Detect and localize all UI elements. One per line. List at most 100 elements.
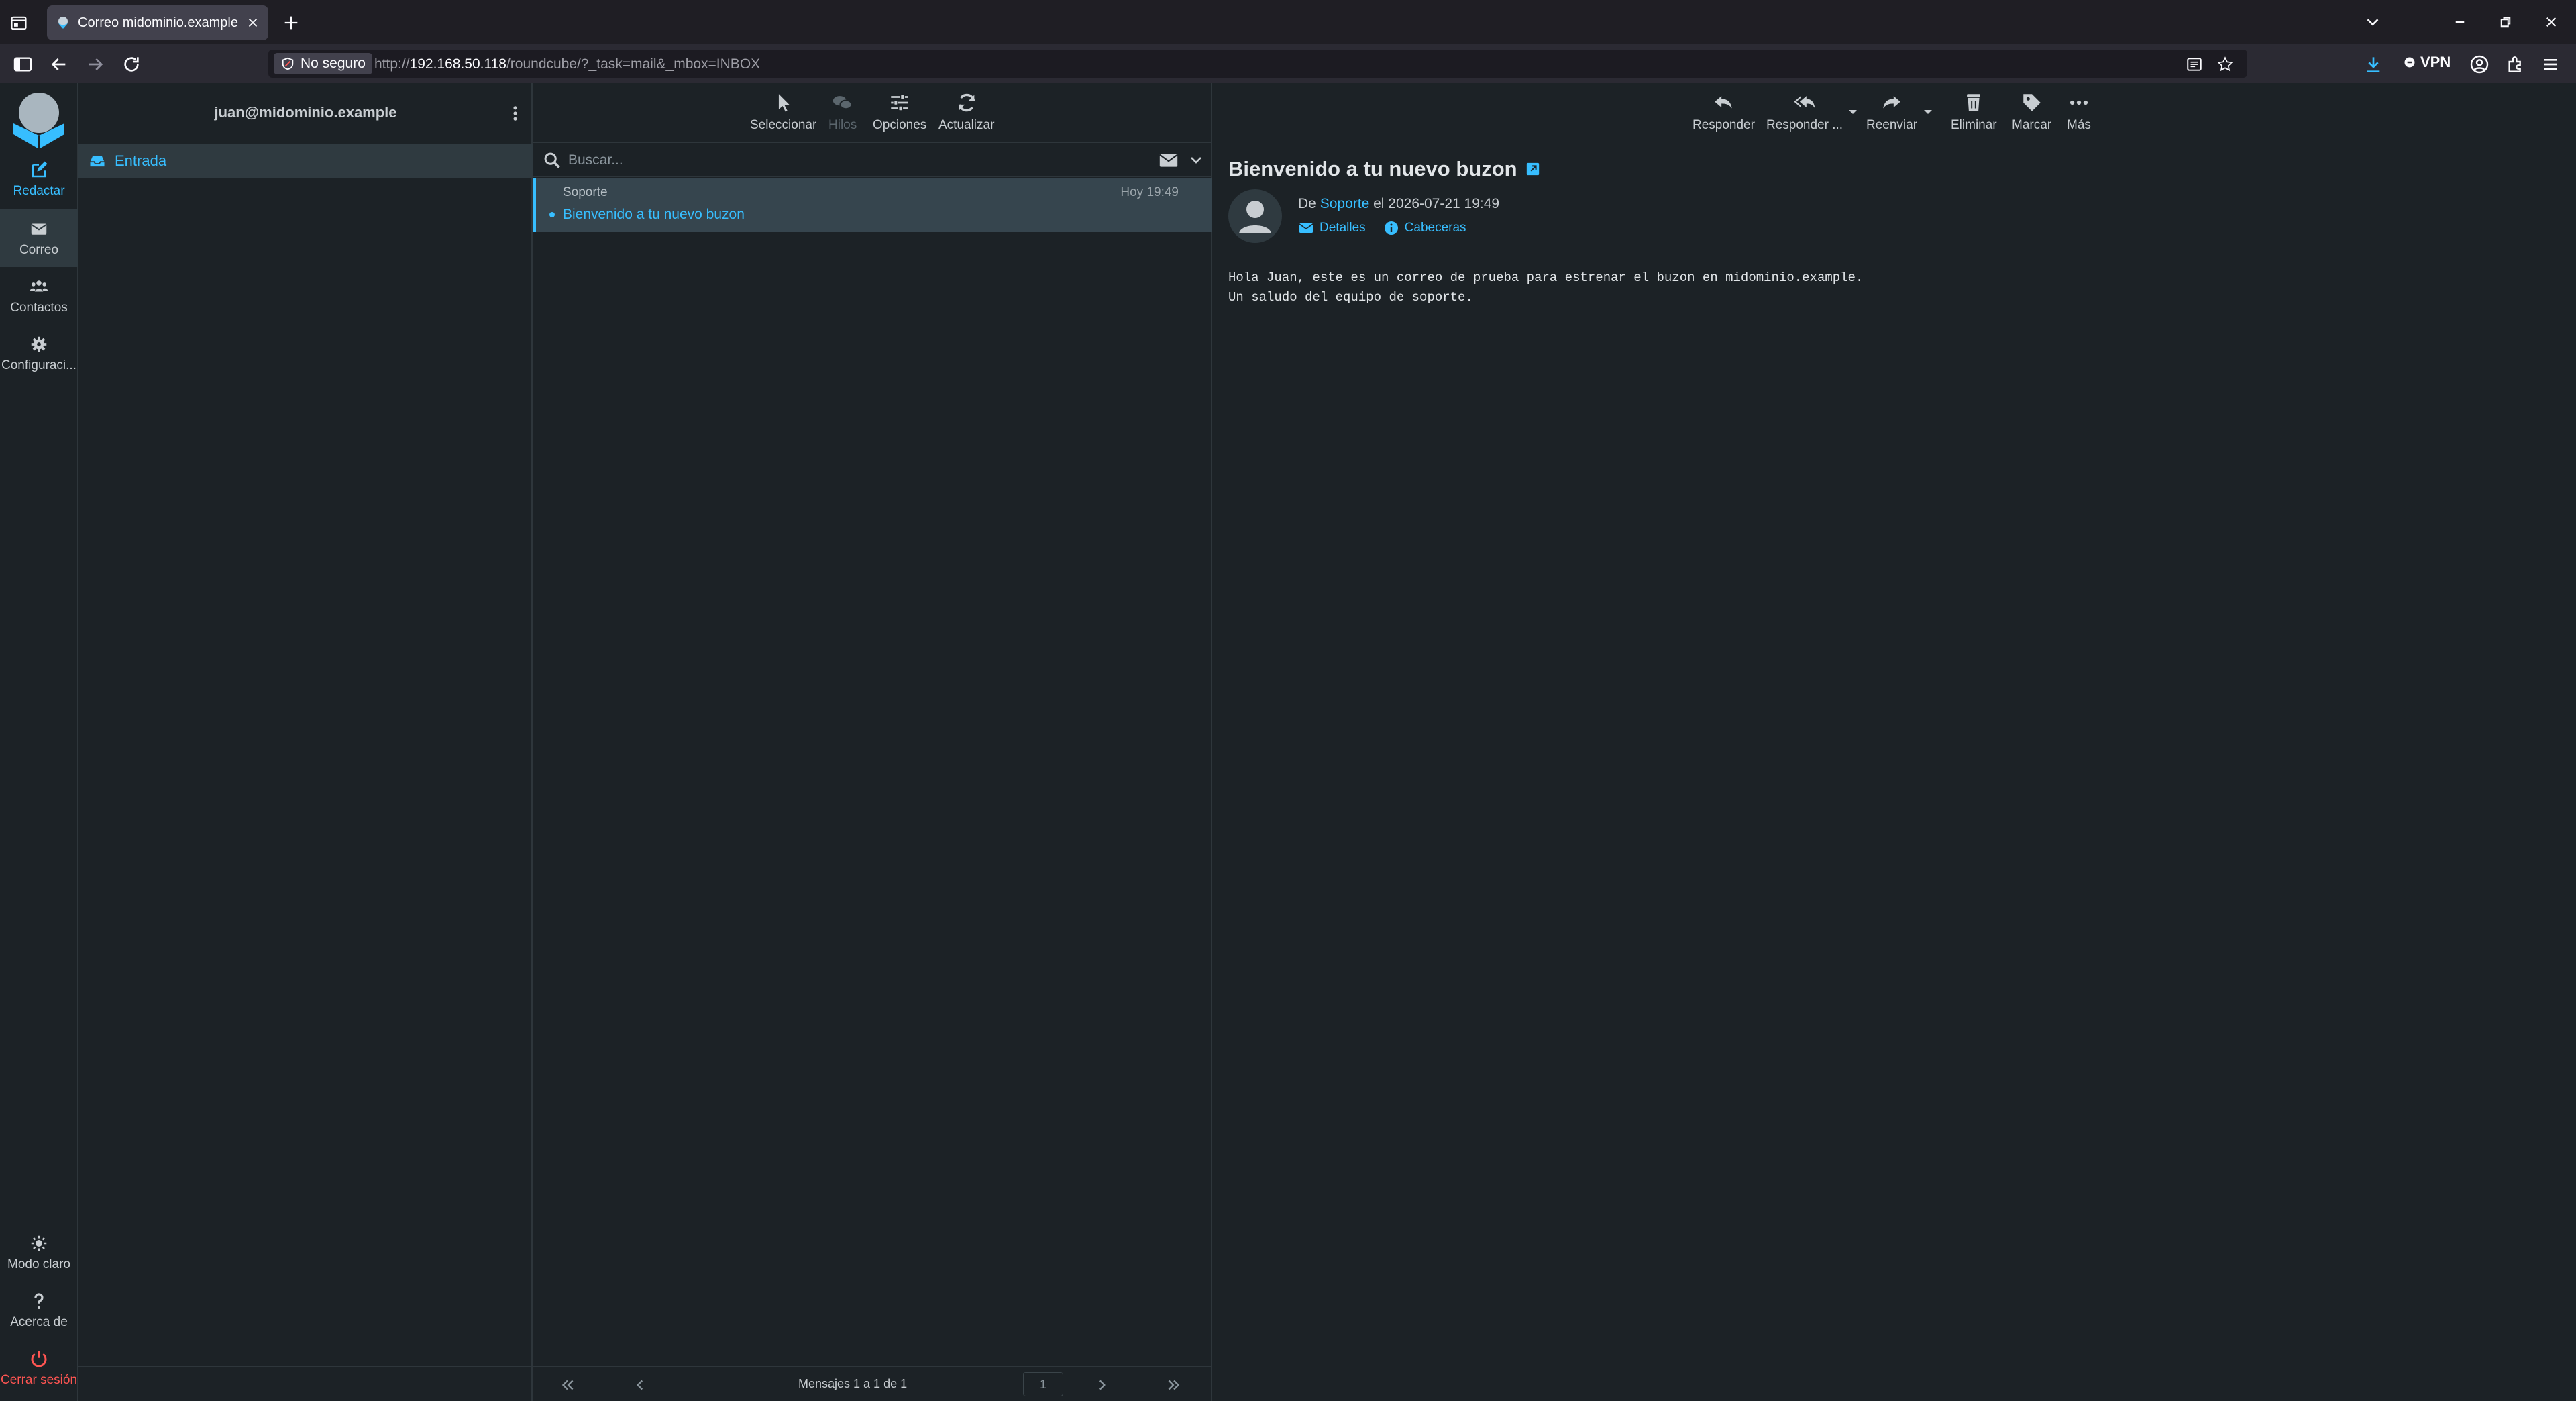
shield-warning-icon [282, 57, 294, 70]
message-subject-heading: Bienvenido a tu nuevo buzon [1228, 157, 1540, 181]
headers-label: Cabeceras [1404, 221, 1466, 235]
open-in-new-window-icon[interactable] [1525, 162, 1540, 176]
page-number-input[interactable]: 1 [1023, 1372, 1063, 1396]
message-date: Hoy 19:49 [1120, 185, 1179, 199]
security-label: No seguro [301, 56, 366, 71]
forward-icon[interactable] [85, 54, 106, 75]
roundcube-logo[interactable] [9, 89, 68, 150]
sender-avatar [1228, 189, 1282, 243]
roundcube-favicon-icon [58, 17, 68, 29]
tag-icon [2023, 94, 2041, 111]
reply-button[interactable]: Responder [1693, 91, 1755, 133]
contacts-label: Contactos [10, 301, 68, 315]
headers-link[interactable]: Cabeceras [1383, 220, 1466, 236]
url-text[interactable]: http://192.168.50.118/roundcube/?_task=m… [374, 56, 760, 72]
downloads-icon[interactable] [2363, 54, 2384, 75]
compose-label: Redactar [13, 184, 65, 198]
address-bar[interactable]: No seguro http://192.168.50.118/roundcub… [268, 50, 2247, 78]
select-button[interactable]: Seleccionar [750, 91, 816, 133]
browser-nav-bar: No seguro http://192.168.50.118/roundcub… [0, 44, 2576, 83]
first-page-icon[interactable] [559, 1376, 576, 1394]
options-button[interactable]: Opciones [873, 91, 926, 133]
refresh-button[interactable]: Actualizar [938, 91, 994, 133]
message-view-pane: Responder Responder ... Reenviar Elimina… [1214, 83, 2576, 1401]
contacts-button[interactable]: Contactos [0, 267, 78, 325]
details-label: Detalles [1320, 221, 1366, 235]
message-row[interactable]: Soporte Hoy 19:49 Bienvenido a tu nuevo … [533, 178, 1212, 232]
folder-label: Entrada [115, 152, 167, 169]
sender-name-link[interactable]: Soporte [1320, 196, 1370, 211]
folder-pane-footer [78, 1366, 533, 1401]
compose-button[interactable]: Redactar [0, 150, 78, 208]
site-security-button[interactable]: No seguro [274, 53, 372, 74]
sun-icon [31, 1235, 47, 1251]
url-prefix: http:// [374, 56, 410, 72]
message-from: Soporte [563, 185, 608, 199]
browser-tab-active[interactable]: Correo midominio.example :: Entrada [47, 5, 268, 40]
light-mode-label: Modo claro [7, 1257, 70, 1272]
folder-actions-icon[interactable] [506, 102, 525, 125]
reload-icon[interactable] [121, 54, 142, 75]
light-mode-button[interactable]: Modo claro [0, 1224, 78, 1282]
cursor-icon [778, 94, 790, 112]
restore-icon[interactable] [2496, 12, 2516, 32]
vpn-button[interactable]: VPN [2403, 54, 2451, 71]
question-icon [34, 1293, 44, 1309]
forward-dropdown-icon[interactable] [1923, 109, 1933, 115]
forward-button[interactable]: Reenviar [1866, 91, 1917, 133]
app-menu-icon[interactable] [2540, 54, 2561, 75]
logout-button[interactable]: Cerrar sesión [0, 1339, 78, 1397]
threads-label: Hilos [828, 118, 857, 132]
from-prefix: De [1298, 196, 1316, 211]
about-label: Acerca de [10, 1315, 68, 1329]
gear-icon [31, 336, 47, 352]
back-icon[interactable] [48, 54, 70, 75]
previous-page-icon[interactable] [631, 1376, 649, 1394]
info-icon [1384, 221, 1398, 235]
new-tab-icon[interactable] [282, 13, 301, 32]
close-window-icon[interactable] [2541, 12, 2561, 32]
logout-label: Cerrar sesión [0, 1373, 78, 1387]
search-options-chevron-icon[interactable] [1188, 152, 1204, 168]
account-icon[interactable] [2469, 54, 2490, 75]
unread-dot-icon [549, 212, 555, 217]
tab-close-icon[interactable] [246, 15, 260, 30]
envelope-details-icon [1299, 223, 1313, 233]
mail-button[interactable]: Correo [0, 209, 78, 267]
tab-overflow-chevron-icon[interactable] [2363, 12, 2383, 32]
sender-line: De Soporte el 2026-07-21 19:49 [1298, 196, 1499, 212]
delete-button[interactable]: Eliminar [1951, 91, 1997, 133]
refresh-icon [958, 93, 975, 112]
search-input[interactable] [567, 148, 1104, 172]
search-bar [533, 142, 1212, 177]
account-name: juan@midominio.example [214, 103, 397, 121]
reply-all-button[interactable]: Responder ... [1766, 91, 1843, 133]
reply-icon [1715, 96, 1733, 109]
sidebar-toggle-icon[interactable] [12, 54, 34, 75]
about-button[interactable]: Acerca de [0, 1282, 78, 1339]
browser-tab-bar: Correo midominio.example :: Entrada [0, 0, 2576, 44]
app-sidebar: Redactar Correo Contactos Configuraci...… [0, 83, 78, 1401]
bookmark-star-icon[interactable] [2216, 56, 2234, 73]
search-scope-envelope-icon[interactable] [1159, 152, 1179, 168]
url-path: /roundcube/?_task=mail&_mbox=INBOX [506, 56, 761, 72]
reader-view-icon[interactable] [2186, 56, 2203, 73]
details-link[interactable]: Detalles [1298, 220, 1366, 236]
settings-button[interactable]: Configuraci... [0, 325, 78, 382]
folder-inbox[interactable]: Entrada [78, 144, 533, 178]
tab-list-icon[interactable] [9, 13, 28, 32]
threads-button[interactable]: Hilos [828, 91, 857, 133]
refresh-label: Actualizar [938, 118, 995, 132]
mark-button[interactable]: Marcar [2012, 91, 2051, 133]
last-page-icon[interactable] [1165, 1376, 1183, 1394]
delete-label: Eliminar [1951, 118, 1997, 132]
header-links: Detalles Cabeceras [1298, 220, 1466, 236]
mark-label: Marcar [2012, 118, 2052, 132]
next-page-icon[interactable] [1093, 1376, 1111, 1394]
extensions-icon[interactable] [2505, 54, 2526, 75]
message-subject: Bienvenido a tu nuevo buzon [563, 207, 745, 222]
more-button[interactable]: Más [2067, 91, 2091, 133]
minimize-icon[interactable] [2450, 12, 2470, 32]
inbox-icon [90, 156, 105, 167]
reply-all-dropdown-icon[interactable] [1848, 109, 1858, 115]
